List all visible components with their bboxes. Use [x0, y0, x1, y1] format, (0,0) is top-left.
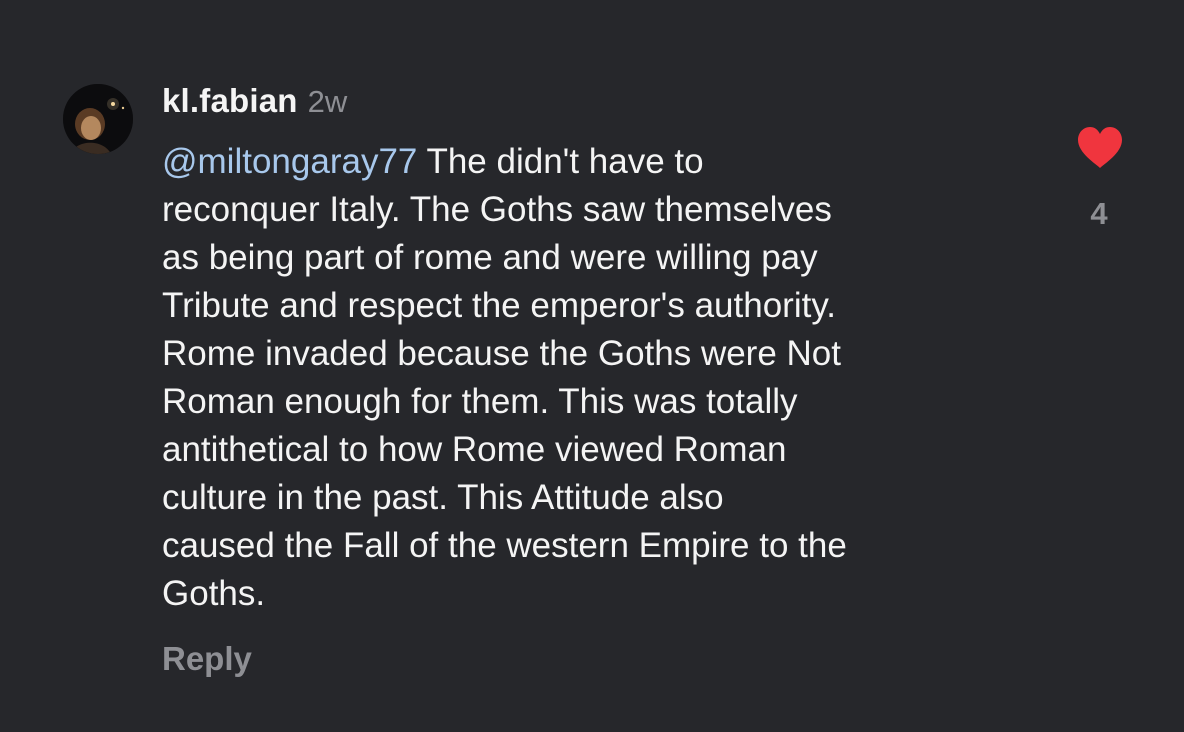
- like-count: 4: [1090, 196, 1108, 231]
- comment-line: @miltongaray77 The didn't have to: [162, 138, 1042, 186]
- mention-link[interactable]: @miltongaray77: [162, 142, 417, 181]
- comment-line: Tribute and respect the emperor's author…: [162, 286, 836, 325]
- comment-line: antithetical to how Rome viewed Roman: [162, 430, 787, 469]
- comment-line: Roman enough for them. This was totally: [162, 382, 798, 421]
- avatar-image: [63, 84, 133, 154]
- avatar[interactable]: [63, 84, 133, 154]
- comment-line: as being part of rome and were willing p…: [162, 238, 818, 277]
- reply-button[interactable]: Reply: [162, 640, 252, 678]
- comment-line-text: The didn't have to: [417, 142, 704, 181]
- timestamp: 2w: [307, 84, 348, 119]
- like-control: 4: [1068, 122, 1132, 232]
- comment-line: reconquer Italy. The Goths saw themselve…: [162, 190, 832, 229]
- comment: kl.fabian 2w @miltongaray77 The didn't h…: [0, 0, 1184, 732]
- comment-line: Rome invaded because the Goths were Not: [162, 334, 841, 373]
- comment-line: caused the Fall of the western Empire to…: [162, 526, 847, 565]
- comment-line: Goths.: [162, 574, 266, 613]
- comment-text: @miltongaray77 The didn't have to reconq…: [162, 138, 1042, 618]
- heart-icon[interactable]: [1076, 126, 1124, 170]
- comment-line: culture in the past. This Attitude also: [162, 478, 724, 517]
- comment-header: kl.fabian 2w: [162, 82, 347, 122]
- username[interactable]: kl.fabian: [162, 82, 298, 120]
